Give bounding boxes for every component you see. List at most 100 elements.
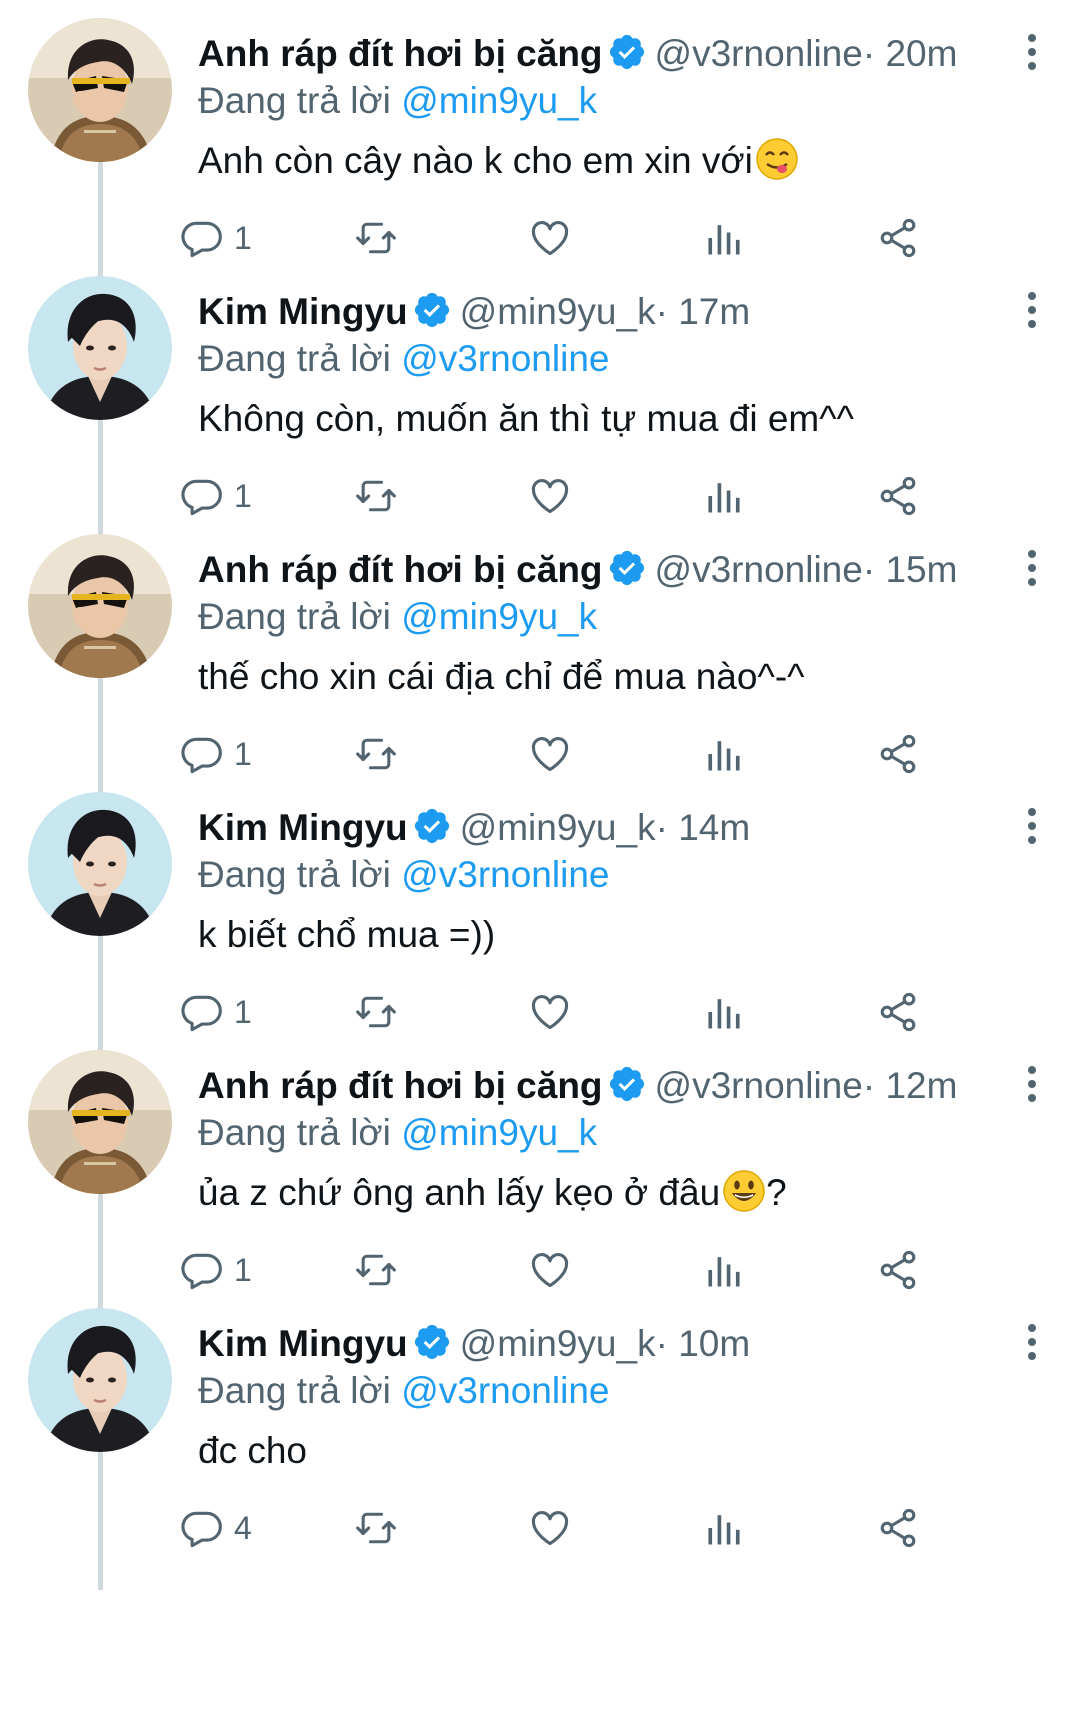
verified-badge-icon xyxy=(412,286,452,328)
retweet-icon xyxy=(356,1254,396,1286)
replying-to: Đang trả lời @min9yu_k xyxy=(198,78,597,124)
replying-prefix: Đang trả lời xyxy=(198,338,391,379)
separator-dot: · xyxy=(655,1323,668,1364)
tweet-text-body: k biết chổ mua =)) xyxy=(198,914,496,955)
reply-mention-link[interactable]: @min9yu_k xyxy=(401,80,597,121)
like-icon xyxy=(531,479,569,514)
tweet-thread: Anh ráp đít hơi bị căng @v3rnonline· 20m Đ… xyxy=(0,0,1080,1728)
separator-dot: · xyxy=(862,1065,876,1106)
share-button[interactable] xyxy=(876,1500,920,1556)
author-handle[interactable]: @v3rnonline xyxy=(655,1065,863,1106)
avatar[interactable] xyxy=(28,276,172,420)
author-handle[interactable]: @min9yu_k xyxy=(460,807,656,848)
share-icon xyxy=(880,1508,916,1548)
author-handle[interactable]: @min9yu_k xyxy=(460,291,656,332)
tweet-time[interactable]: 14m xyxy=(678,807,750,848)
tweet-header: Anh ráp đít hơi bị căng @v3rnonline· 15m xyxy=(198,538,1020,602)
tweet-time[interactable]: 17m xyxy=(678,291,750,332)
reply-icon xyxy=(181,479,222,516)
like-icon xyxy=(531,1511,569,1546)
tweet[interactable]: Anh ráp đít hơi bị căng @v3rnonline· 12m Đ… xyxy=(0,1022,1080,1332)
avatar[interactable] xyxy=(28,18,172,162)
replying-prefix: Đang trả lời xyxy=(198,854,391,895)
tweet-header: Kim Mingyu @min9yu_k· 17m xyxy=(198,280,1020,344)
tweet[interactable]: Anh ráp đít hơi bị căng @v3rnonline· 15m Đ… xyxy=(0,506,1080,816)
avatar[interactable] xyxy=(28,792,172,936)
retweet-button[interactable] xyxy=(354,1500,398,1556)
more-icon[interactable] xyxy=(1024,1324,1040,1364)
separator-dot: · xyxy=(862,33,876,74)
author-handle[interactable]: @v3rnonline xyxy=(655,33,863,74)
reply-mention-link[interactable]: @v3rnonline xyxy=(401,854,609,895)
tweet-text: Anh còn cây nào k cho em xin với xyxy=(198,136,799,186)
tweet-time[interactable]: 15m xyxy=(885,549,957,590)
share-icon xyxy=(880,992,916,1032)
tweet-header: Anh ráp đít hơi bị căng @v3rnonline· 12m xyxy=(198,1054,1020,1118)
author-name[interactable]: Kim Mingyu xyxy=(198,807,408,848)
author-handle[interactable]: @v3rnonline xyxy=(655,549,863,590)
verified-badge-icon xyxy=(607,28,647,70)
more-icon[interactable] xyxy=(1024,808,1040,848)
author-name[interactable]: Anh ráp đít hơi bị căng xyxy=(198,549,603,590)
tweet-text-suffix: ? xyxy=(766,1172,787,1213)
separator-dot: · xyxy=(862,549,876,590)
retweet-icon xyxy=(356,480,396,512)
reply-mention-link[interactable]: @v3rnonline xyxy=(401,1370,609,1411)
analytics-icon xyxy=(708,1257,740,1287)
reply-count: 1 xyxy=(234,219,252,256)
reply-button[interactable]: 4 xyxy=(180,1500,252,1556)
reply-icon xyxy=(181,1253,222,1290)
replying-to: Đang trả lời @min9yu_k xyxy=(198,1110,597,1156)
reply-count: 1 xyxy=(234,477,252,514)
analytics-button[interactable] xyxy=(702,1500,746,1556)
avatar[interactable] xyxy=(28,1308,172,1452)
author-name[interactable]: Anh ráp đít hơi bị căng xyxy=(198,33,603,74)
smiley-emoji-icon xyxy=(723,1170,765,1212)
more-icon[interactable] xyxy=(1024,292,1040,332)
separator-dot: · xyxy=(655,291,668,332)
replying-to: Đang trả lời @v3rnonline xyxy=(198,336,609,382)
reply-mention-link[interactable]: @min9yu_k xyxy=(401,596,597,637)
reply-mention-link[interactable]: @v3rnonline xyxy=(401,338,609,379)
verified-badge-icon xyxy=(607,544,647,586)
analytics-icon xyxy=(708,483,740,513)
tweet[interactable]: Kim Mingyu @min9yu_k· 10m Đang trả lời @v3… xyxy=(0,1280,1080,1590)
tweet[interactable]: Kim Mingyu @min9yu_k· 17m Đang trả lời @v3… xyxy=(0,248,1080,558)
tweet-text-body: Không còn, muốn ăn thì tự mua đi em^^ xyxy=(198,398,854,439)
tweet-time[interactable]: 20m xyxy=(885,33,957,74)
like-icon xyxy=(531,1253,569,1288)
like-button[interactable] xyxy=(528,1500,572,1556)
tweet[interactable]: Kim Mingyu @min9yu_k· 14m Đang trả lời @v3… xyxy=(0,764,1080,1074)
author-name[interactable]: Kim Mingyu xyxy=(198,291,408,332)
more-icon[interactable] xyxy=(1024,550,1040,590)
tweet-time[interactable]: 12m xyxy=(885,1065,957,1106)
reply-count: 1 xyxy=(234,993,252,1030)
tweet-text: thế cho xin cái địa chỉ để mua nào^-^ xyxy=(198,652,805,702)
yum-emoji-icon xyxy=(756,138,798,180)
replying-to: Đang trả lời @v3rnonline xyxy=(198,1368,609,1414)
replying-to: Đang trả lời @min9yu_k xyxy=(198,594,597,640)
replying-prefix: Đang trả lời xyxy=(198,80,391,121)
tweet-header: Anh ráp đít hơi bị căng @v3rnonline· 20m xyxy=(198,22,1020,86)
retweet-icon xyxy=(356,738,396,770)
verified-badge-icon xyxy=(412,802,452,844)
reply-mention-link[interactable]: @min9yu_k xyxy=(401,1112,597,1153)
avatar[interactable] xyxy=(28,534,172,678)
more-icon[interactable] xyxy=(1024,1066,1040,1106)
tweet[interactable]: Anh ráp đít hơi bị căng @v3rnonline· 20m Đ… xyxy=(0,0,1080,300)
author-name[interactable]: Kim Mingyu xyxy=(198,1323,408,1364)
author-name[interactable]: Anh ráp đít hơi bị căng xyxy=(198,1065,603,1106)
reply-icon xyxy=(181,737,222,774)
tweet-text: Không còn, muốn ăn thì tự mua đi em^^ xyxy=(198,394,854,444)
reply-count: 4 xyxy=(234,1509,252,1546)
tweet-text: ủa z chứ ông anh lấy kẹo ở đâu? xyxy=(198,1168,787,1218)
more-icon[interactable] xyxy=(1024,34,1040,74)
reply-icon xyxy=(181,995,222,1032)
replying-prefix: Đang trả lời xyxy=(198,1112,391,1153)
author-handle[interactable]: @min9yu_k xyxy=(460,1323,656,1364)
reply-count: 1 xyxy=(234,735,252,772)
analytics-icon xyxy=(708,1515,740,1545)
avatar[interactable] xyxy=(28,1050,172,1194)
tweet-time[interactable]: 10m xyxy=(678,1323,750,1364)
retweet-icon xyxy=(356,222,396,254)
